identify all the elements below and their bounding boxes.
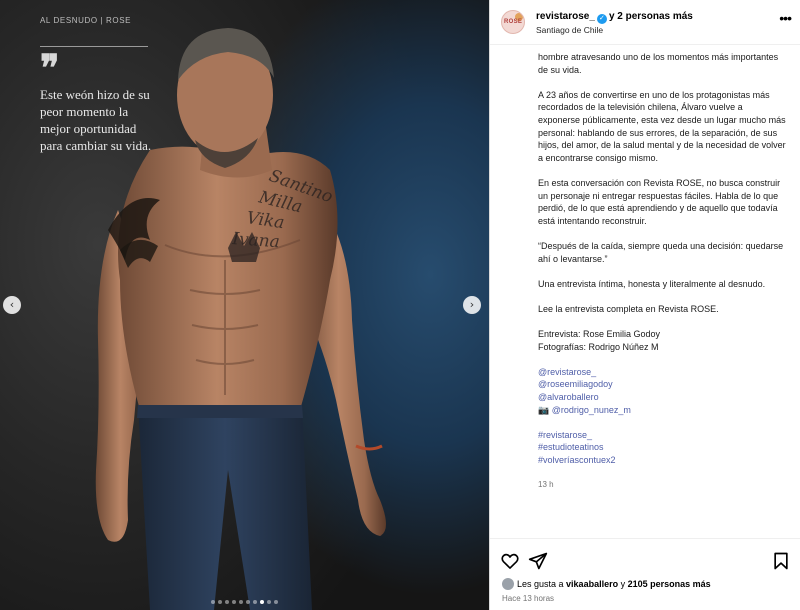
post-date: Hace 13 horas: [502, 594, 555, 603]
username-link[interactable]: revistarose_: [536, 11, 595, 22]
caption-paragraph: En esta conversación con Revista ROSE, n…: [538, 177, 781, 226]
credit-interview: Entrevista: Rose Emilia Godoy: [538, 329, 661, 340]
carousel-dot: [253, 600, 257, 604]
verified-icon: ✓: [596, 14, 607, 24]
more-options-icon[interactable]: •••: [779, 11, 792, 25]
carousel-dot: [274, 600, 278, 604]
hashtag-link[interactable]: #revistarose_: [538, 429, 786, 442]
carousel-dot-active: [260, 600, 264, 604]
likes-prefix: Les gusta a: [517, 579, 567, 589]
hashtag-link[interactable]: #estudioteatinos: [538, 441, 786, 454]
carousel-indicator: [0, 600, 489, 604]
hashtag-link[interactable]: #volveríascontuex2: [538, 454, 786, 467]
caption-paragraph: Lee la entrevista completa en Revista RO…: [538, 303, 719, 314]
carousel-dot: [211, 600, 215, 604]
post-header: ROSE revistarose_ ✓ y 2 personas más Santi…: [490, 0, 800, 45]
location-link[interactable]: Santiago de Chile: [536, 25, 603, 35]
caption-credits: Entrevista: Rose Emilia Godoy Fotografía…: [538, 328, 786, 353]
mention-link[interactable]: 📷 @rodrigo_nunez_m: [538, 404, 786, 417]
credit-photos: Fotografías: Rodrigo Núñez M: [538, 341, 659, 352]
mention-link[interactable]: @roseemiliagodoy: [538, 378, 786, 391]
mention-link[interactable]: @alvaroballero: [538, 391, 786, 404]
bookmark-icon[interactable]: [771, 551, 791, 571]
action-bar: [490, 538, 800, 580]
caption-paragraph: hombre atravesando uno de los momentos m…: [538, 52, 779, 75]
caption-paragraph: A 23 años de convertirse en uno de los p…: [538, 89, 786, 163]
caption-paragraph: Una entrevista íntima, honesta y literal…: [538, 278, 766, 289]
collaborators-link[interactable]: y 2 personas más: [609, 11, 693, 22]
carousel-dot: [246, 600, 250, 604]
likes-summary[interactable]: Les gusta a vikaaballero y 2105 personas…: [502, 578, 711, 590]
mention-list: @revistarose_ @roseemiliagodoy @alvaroba…: [538, 366, 786, 416]
likes-count-link[interactable]: 2105 personas más: [628, 579, 711, 589]
carousel-dot: [239, 600, 243, 604]
heart-icon[interactable]: [500, 551, 520, 571]
shirtless-man-figure: Santino Milla Vika Ivana: [95, 28, 386, 610]
avatar-logo: ROSE: [504, 19, 523, 25]
hashtag-list: #revistarose_ #estudioteatinos #volvería…: [538, 429, 786, 467]
likes-mid: y: [618, 579, 628, 589]
share-icon[interactable]: [528, 551, 548, 571]
author-line: revistarose_ ✓ y 2 personas más: [536, 11, 693, 24]
carousel-dot: [218, 600, 222, 604]
liker-link[interactable]: vikaaballero: [566, 579, 618, 589]
post-side-panel: ROSE revistarose_ ✓ y 2 personas más Santi…: [489, 0, 800, 610]
next-slide-button[interactable]: ›: [463, 296, 481, 314]
carousel-dot: [267, 600, 271, 604]
mention-link[interactable]: @revistarose_: [538, 366, 786, 379]
caption-timestamp: 13 h: [538, 480, 554, 490]
avatar[interactable]: ROSE: [501, 10, 525, 34]
carousel-dot: [225, 600, 229, 604]
caption-quote: “Después de la caída, siempre queda una …: [538, 240, 784, 264]
carousel-dot: [232, 600, 236, 604]
post-caption: hombre atravesando uno de los momentos m…: [538, 45, 786, 525]
post-image: AL DESNUDO | ROSE ❞ Este weón hizo de su…: [0, 0, 489, 610]
liker-avatar: [502, 578, 514, 590]
previous-slide-button[interactable]: ‹: [3, 296, 21, 314]
